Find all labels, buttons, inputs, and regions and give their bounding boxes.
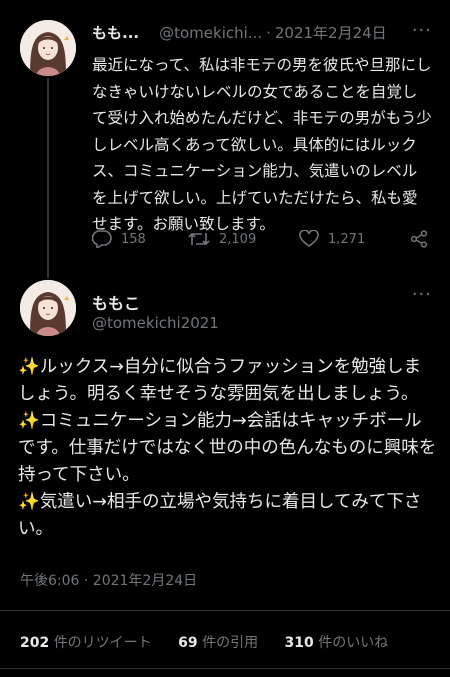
sparkle-icon: ✨ xyxy=(18,492,40,512)
retweet-button[interactable]: 2,109 xyxy=(188,230,256,248)
retweet-icon xyxy=(188,232,210,246)
retweets-stat[interactable]: 202 件のリツイート xyxy=(20,635,152,651)
author-name[interactable]: もも... xyxy=(92,24,139,42)
more-options-icon[interactable]: ··· xyxy=(412,284,432,305)
author-handle[interactable]: @tomekichi2021 xyxy=(92,314,219,332)
reply-icon xyxy=(92,230,112,248)
text-line: ✨コミュニケーション能力→会話はキャッチボールです。仕事だけではなく世の中の色ん… xyxy=(18,411,437,485)
author-name[interactable]: ももこ xyxy=(92,290,140,314)
likes-stat[interactable]: 310 件のいいね xyxy=(285,635,389,651)
avatar[interactable] xyxy=(20,280,76,336)
author-handle[interactable]: @tomekichi... xyxy=(159,24,262,42)
engagement-stats: 202 件のリツイート 69 件の引用 310 件のいいね xyxy=(20,632,410,652)
tweet1-actions: 158 2,109 1,271 xyxy=(92,230,432,254)
divider xyxy=(0,610,450,611)
share-button[interactable] xyxy=(410,230,437,248)
like-button[interactable]: 1,271 xyxy=(299,230,365,248)
like-count: 1,271 xyxy=(328,231,366,247)
reply-button[interactable]: 158 xyxy=(92,230,146,248)
heart-icon xyxy=(299,230,319,247)
tweet-timestamp[interactable]: 午後6:06 · 2021年2月24日 xyxy=(20,570,197,590)
text-line: ✨気遣い→相手の立場や気持ちに着目してみて下さい。 xyxy=(18,492,422,539)
sparkle-icon: ✨ xyxy=(18,411,40,431)
share-icon xyxy=(410,230,428,248)
tweet-date[interactable]: 2021年2月24日 xyxy=(275,24,387,42)
tweet1-header: もも... @tomekichi... · 2021年2月24日 xyxy=(92,22,434,46)
divider xyxy=(0,668,450,669)
quotes-stat[interactable]: 69 件の引用 xyxy=(178,635,258,651)
separator-dot: · xyxy=(266,24,271,42)
tweet2-text: ✨ルックス→自分に似合うファッションを勉強しましょう。明るく幸せそうな雰囲気を出… xyxy=(18,354,438,543)
tweet1-text: 最近になって、私は非モテの男を彼氏や旦那にしなきゃいけないレベルの女であることを… xyxy=(92,56,432,233)
sparkle-icon: ✨ xyxy=(18,357,40,377)
text-line: ✨ルックス→自分に似合うファッションを勉強しましょう。明るく幸せそうな雰囲気を出… xyxy=(18,357,422,404)
thread-line xyxy=(47,78,49,278)
reply-count: 158 xyxy=(121,231,146,247)
avatar[interactable] xyxy=(20,20,76,76)
retweet-count: 2,109 xyxy=(219,231,257,247)
more-options-icon[interactable]: ··· xyxy=(412,20,432,41)
